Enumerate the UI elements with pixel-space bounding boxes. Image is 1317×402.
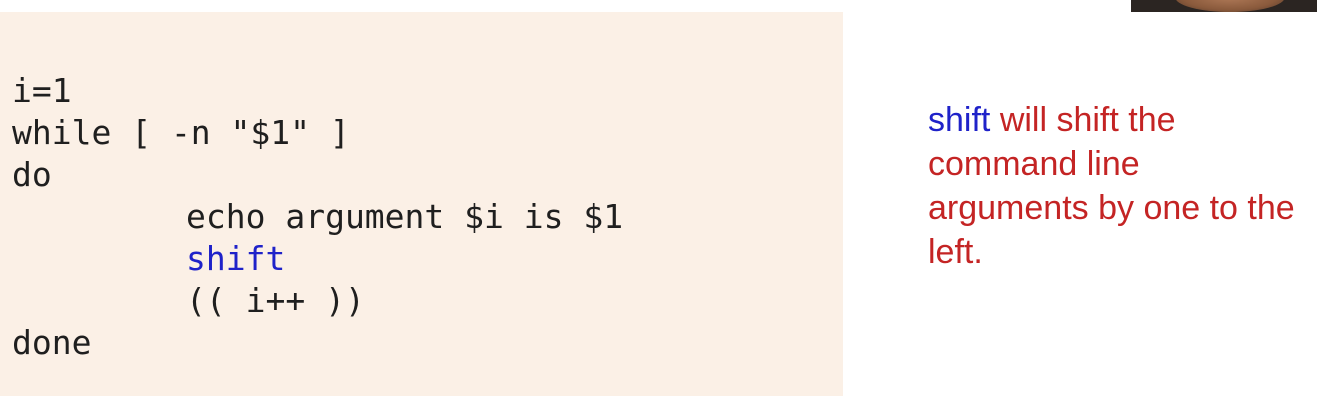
code-line-do: do: [12, 155, 52, 194]
code-panel: i=1 while [ -n "$1" ] do echo argument $…: [0, 12, 843, 396]
code-line-echo: echo argument $i is $1: [186, 197, 624, 236]
presenter-face-icon: [1175, 0, 1285, 12]
code-line-increment: (( i++ )): [186, 281, 365, 320]
webcam-thumbnail: [1131, 0, 1317, 12]
code-line-shift: shift: [186, 239, 286, 278]
code-line-done: done: [12, 323, 92, 362]
code-line-while: while [ -n "$1" ]: [12, 113, 350, 152]
shift-explanation: shift will shift the command line argume…: [928, 98, 1308, 274]
shift-keyword: shift: [928, 101, 991, 139]
code-line-init: i=1: [12, 71, 72, 110]
